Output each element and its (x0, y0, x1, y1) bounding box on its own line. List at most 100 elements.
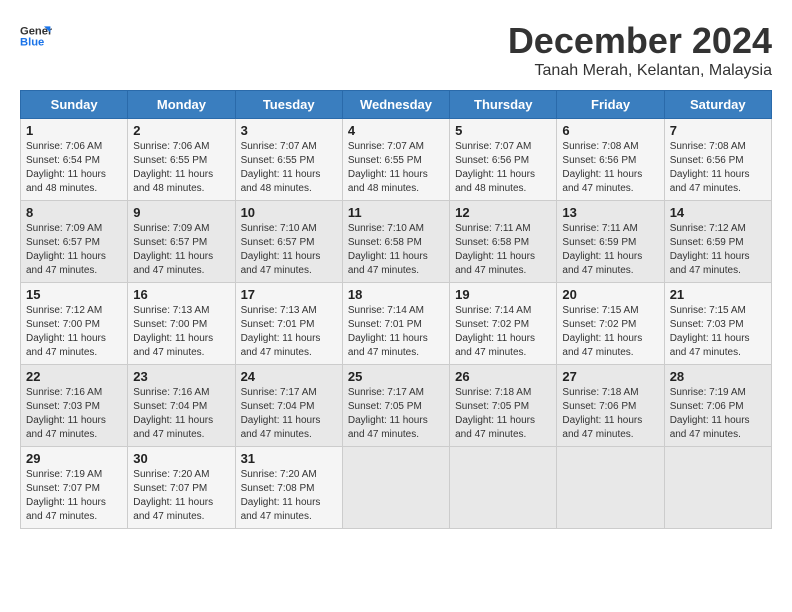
col-wednesday: Wednesday (342, 91, 449, 119)
day-number: 23 (133, 369, 229, 384)
table-row (664, 447, 771, 529)
day-info: Sunrise: 7:10 AM Sunset: 6:57 PM Dayligh… (241, 222, 337, 278)
day-info: Sunrise: 7:14 AM Sunset: 7:02 PM Dayligh… (455, 304, 551, 360)
table-row (557, 447, 664, 529)
table-row: 13 Sunrise: 7:11 AM Sunset: 6:59 PM Dayl… (557, 201, 664, 283)
day-number: 24 (241, 369, 337, 384)
day-info: Sunrise: 7:20 AM Sunset: 7:08 PM Dayligh… (241, 468, 337, 524)
table-row: 30 Sunrise: 7:20 AM Sunset: 7:07 PM Dayl… (128, 447, 235, 529)
day-number: 1 (26, 123, 122, 138)
day-number: 16 (133, 287, 229, 302)
table-row: 26 Sunrise: 7:18 AM Sunset: 7:05 PM Dayl… (450, 365, 557, 447)
table-row: 9 Sunrise: 7:09 AM Sunset: 6:57 PM Dayli… (128, 201, 235, 283)
calendar-header: Sunday Monday Tuesday Wednesday Thursday… (21, 91, 772, 119)
title-area: December 2024 Tanah Merah, Kelantan, Mal… (508, 20, 772, 80)
table-row: 23 Sunrise: 7:16 AM Sunset: 7:04 PM Dayl… (128, 365, 235, 447)
table-row: 17 Sunrise: 7:13 AM Sunset: 7:01 PM Dayl… (235, 283, 342, 365)
table-row (450, 447, 557, 529)
table-row: 21 Sunrise: 7:15 AM Sunset: 7:03 PM Dayl… (664, 283, 771, 365)
day-number: 13 (562, 205, 658, 220)
day-info: Sunrise: 7:20 AM Sunset: 7:07 PM Dayligh… (133, 468, 229, 524)
day-info: Sunrise: 7:06 AM Sunset: 6:55 PM Dayligh… (133, 140, 229, 196)
col-friday: Friday (557, 91, 664, 119)
header: General Blue December 2024 Tanah Merah, … (20, 20, 772, 80)
day-info: Sunrise: 7:16 AM Sunset: 7:03 PM Dayligh… (26, 386, 122, 442)
calendar-body: 1 Sunrise: 7:06 AM Sunset: 6:54 PM Dayli… (21, 119, 772, 529)
day-number: 7 (670, 123, 766, 138)
logo: General Blue (20, 20, 52, 52)
day-info: Sunrise: 7:12 AM Sunset: 6:59 PM Dayligh… (670, 222, 766, 278)
table-row: 12 Sunrise: 7:11 AM Sunset: 6:58 PM Dayl… (450, 201, 557, 283)
day-number: 6 (562, 123, 658, 138)
day-info: Sunrise: 7:09 AM Sunset: 6:57 PM Dayligh… (133, 222, 229, 278)
day-number: 8 (26, 205, 122, 220)
day-number: 20 (562, 287, 658, 302)
day-info: Sunrise: 7:14 AM Sunset: 7:01 PM Dayligh… (348, 304, 444, 360)
day-number: 15 (26, 287, 122, 302)
table-row: 19 Sunrise: 7:14 AM Sunset: 7:02 PM Dayl… (450, 283, 557, 365)
col-sunday: Sunday (21, 91, 128, 119)
day-info: Sunrise: 7:07 AM Sunset: 6:55 PM Dayligh… (348, 140, 444, 196)
table-row: 1 Sunrise: 7:06 AM Sunset: 6:54 PM Dayli… (21, 119, 128, 201)
day-info: Sunrise: 7:17 AM Sunset: 7:05 PM Dayligh… (348, 386, 444, 442)
day-number: 25 (348, 369, 444, 384)
day-info: Sunrise: 7:11 AM Sunset: 6:58 PM Dayligh… (455, 222, 551, 278)
table-row: 18 Sunrise: 7:14 AM Sunset: 7:01 PM Dayl… (342, 283, 449, 365)
table-row: 29 Sunrise: 7:19 AM Sunset: 7:07 PM Dayl… (21, 447, 128, 529)
day-info: Sunrise: 7:12 AM Sunset: 7:00 PM Dayligh… (26, 304, 122, 360)
table-row: 6 Sunrise: 7:08 AM Sunset: 6:56 PM Dayli… (557, 119, 664, 201)
day-info: Sunrise: 7:08 AM Sunset: 6:56 PM Dayligh… (562, 140, 658, 196)
table-row: 11 Sunrise: 7:10 AM Sunset: 6:58 PM Dayl… (342, 201, 449, 283)
day-info: Sunrise: 7:08 AM Sunset: 6:56 PM Dayligh… (670, 140, 766, 196)
day-info: Sunrise: 7:11 AM Sunset: 6:59 PM Dayligh… (562, 222, 658, 278)
table-row: 31 Sunrise: 7:20 AM Sunset: 7:08 PM Dayl… (235, 447, 342, 529)
table-row (342, 447, 449, 529)
day-info: Sunrise: 7:10 AM Sunset: 6:58 PM Dayligh… (348, 222, 444, 278)
day-info: Sunrise: 7:13 AM Sunset: 7:01 PM Dayligh… (241, 304, 337, 360)
day-info: Sunrise: 7:19 AM Sunset: 7:06 PM Dayligh… (670, 386, 766, 442)
day-info: Sunrise: 7:15 AM Sunset: 7:02 PM Dayligh… (562, 304, 658, 360)
col-thursday: Thursday (450, 91, 557, 119)
day-info: Sunrise: 7:15 AM Sunset: 7:03 PM Dayligh… (670, 304, 766, 360)
day-info: Sunrise: 7:17 AM Sunset: 7:04 PM Dayligh… (241, 386, 337, 442)
table-row: 20 Sunrise: 7:15 AM Sunset: 7:02 PM Dayl… (557, 283, 664, 365)
table-row: 25 Sunrise: 7:17 AM Sunset: 7:05 PM Dayl… (342, 365, 449, 447)
day-number: 19 (455, 287, 551, 302)
logo-icon: General Blue (20, 20, 52, 52)
day-number: 31 (241, 451, 337, 466)
day-number: 22 (26, 369, 122, 384)
day-number: 14 (670, 205, 766, 220)
table-row: 3 Sunrise: 7:07 AM Sunset: 6:55 PM Dayli… (235, 119, 342, 201)
day-number: 9 (133, 205, 229, 220)
day-number: 29 (26, 451, 122, 466)
table-row: 2 Sunrise: 7:06 AM Sunset: 6:55 PM Dayli… (128, 119, 235, 201)
day-info: Sunrise: 7:18 AM Sunset: 7:05 PM Dayligh… (455, 386, 551, 442)
day-info: Sunrise: 7:18 AM Sunset: 7:06 PM Dayligh… (562, 386, 658, 442)
table-row: 5 Sunrise: 7:07 AM Sunset: 6:56 PM Dayli… (450, 119, 557, 201)
table-row: 10 Sunrise: 7:10 AM Sunset: 6:57 PM Dayl… (235, 201, 342, 283)
table-row: 28 Sunrise: 7:19 AM Sunset: 7:06 PM Dayl… (664, 365, 771, 447)
table-row: 27 Sunrise: 7:18 AM Sunset: 7:06 PM Dayl… (557, 365, 664, 447)
main-title: December 2024 (508, 20, 772, 62)
day-number: 11 (348, 205, 444, 220)
subtitle: Tanah Merah, Kelantan, Malaysia (508, 62, 772, 80)
day-number: 3 (241, 123, 337, 138)
day-number: 18 (348, 287, 444, 302)
table-row: 8 Sunrise: 7:09 AM Sunset: 6:57 PM Dayli… (21, 201, 128, 283)
day-number: 26 (455, 369, 551, 384)
day-number: 17 (241, 287, 337, 302)
table-row: 14 Sunrise: 7:12 AM Sunset: 6:59 PM Dayl… (664, 201, 771, 283)
day-number: 30 (133, 451, 229, 466)
day-number: 27 (562, 369, 658, 384)
day-info: Sunrise: 7:09 AM Sunset: 6:57 PM Dayligh… (26, 222, 122, 278)
col-monday: Monday (128, 91, 235, 119)
day-number: 2 (133, 123, 229, 138)
table-row: 16 Sunrise: 7:13 AM Sunset: 7:00 PM Dayl… (128, 283, 235, 365)
day-info: Sunrise: 7:19 AM Sunset: 7:07 PM Dayligh… (26, 468, 122, 524)
day-info: Sunrise: 7:13 AM Sunset: 7:00 PM Dayligh… (133, 304, 229, 360)
day-info: Sunrise: 7:07 AM Sunset: 6:56 PM Dayligh… (455, 140, 551, 196)
svg-text:Blue: Blue (20, 37, 44, 49)
day-number: 21 (670, 287, 766, 302)
day-number: 28 (670, 369, 766, 384)
table-row: 22 Sunrise: 7:16 AM Sunset: 7:03 PM Dayl… (21, 365, 128, 447)
